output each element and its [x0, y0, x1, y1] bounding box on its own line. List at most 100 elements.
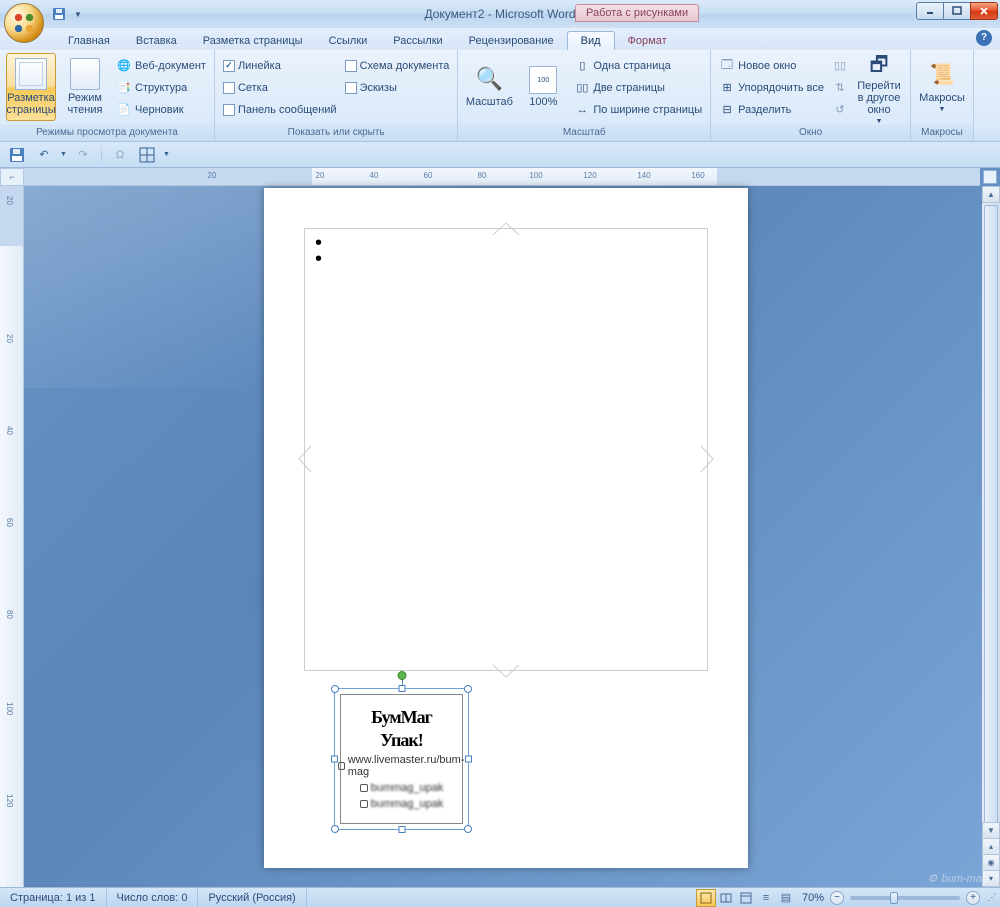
draft-button[interactable]: 📄Черновик [114, 99, 208, 120]
resize-handle-n[interactable] [398, 685, 405, 692]
tab-home[interactable]: Главная [55, 32, 123, 50]
status-bar: Страница: 1 из 1 Число слов: 0 Русский (… [0, 887, 1000, 907]
view-outline-button[interactable]: ≡ [756, 889, 776, 907]
view-reading-button[interactable] [716, 889, 736, 907]
view-draft-button[interactable]: ▤ [776, 889, 796, 907]
resize-handle-sw[interactable] [331, 825, 339, 833]
web-layout-button[interactable]: 🌐Веб-документ [114, 55, 208, 76]
reading-mode-button[interactable]: Режим чтения [60, 53, 110, 121]
window-controls [917, 2, 998, 20]
zoom-value[interactable]: 70% [802, 892, 824, 904]
next-page-button[interactable]: ▾ [982, 870, 1000, 887]
resize-handle-se[interactable] [464, 825, 472, 833]
save-button[interactable] [6, 144, 28, 166]
contextual-tab-title: Работа с рисунками [575, 4, 699, 22]
vertical-scrollbar[interactable]: ▲ ▼ ▴ ◉ ▾ [982, 186, 1000, 887]
page-width-icon: ↔ [574, 102, 590, 118]
titlebar: ▼ Документ2 - Microsoft Word Работа с ри… [0, 0, 1000, 28]
zoom-100-button[interactable]: 100 100% [518, 53, 568, 121]
view-web-button[interactable] [736, 889, 756, 907]
tab-mailings[interactable]: Рассылки [380, 32, 455, 50]
tab-selector[interactable]: ⌐ [0, 168, 24, 186]
tab-insert[interactable]: Вставка [123, 32, 190, 50]
document-map-checkbox[interactable]: Схема документа [343, 55, 452, 76]
ruler-checkbox[interactable]: ✓Линейка [221, 55, 339, 76]
resize-handle-e[interactable] [465, 756, 472, 763]
status-word-count[interactable]: Число слов: 0 [107, 888, 199, 907]
print-layout-button[interactable]: Разметка страницы [6, 53, 56, 121]
zoom-out-button[interactable]: − [830, 891, 844, 905]
document-page[interactable]: •• БумМаг Упак! www.livemaster.ru/bum-ma… [264, 188, 748, 868]
browse-object-button[interactable]: ◉ [982, 854, 1000, 871]
view-print-layout-button[interactable] [696, 889, 716, 907]
group-macros: 📜 Макросы ▼ Макросы [911, 50, 974, 141]
book-icon [70, 58, 100, 90]
one-page-icon: ▯ [574, 58, 590, 74]
thumbnails-checkbox[interactable]: Эскизы [343, 77, 452, 98]
reset-icon: ↺ [832, 102, 848, 118]
split-button[interactable]: ⊟Разделить [717, 99, 826, 120]
crop-mark-top [491, 221, 521, 237]
tab-page-layout[interactable]: Разметка страницы [190, 32, 316, 50]
two-pages-button[interactable]: ▯▯Две страницы [572, 77, 704, 98]
prev-page-button[interactable]: ▴ [982, 838, 1000, 855]
group-label-macros: Макросы [911, 125, 973, 141]
macros-icon: 📜 [928, 62, 956, 90]
omega-button: Ω [109, 144, 131, 166]
selected-image[interactable]: БумМаг Упак! www.livemaster.ru/bum-mag b… [334, 688, 469, 830]
dropdown-icon: ▼ [939, 106, 946, 113]
scroll-down-button[interactable]: ▼ [982, 822, 1000, 839]
help-icon[interactable]: ? [976, 30, 992, 46]
new-window-button[interactable]: 🗔Новое окно [717, 55, 826, 76]
save-icon[interactable] [50, 5, 68, 23]
zoom-in-button[interactable]: + [966, 891, 980, 905]
ruler-toggle-button[interactable] [983, 170, 997, 184]
ribbon-tabs: Главная Вставка Разметка страницы Ссылки… [0, 28, 1000, 50]
resize-handle-ne[interactable] [464, 685, 472, 693]
vertical-ruler[interactable]: 2020406080100120140 [0, 186, 24, 887]
redo-button: ↷ [72, 144, 94, 166]
qat-dropdown-icon[interactable]: ▼ [74, 10, 82, 19]
draft-icon: 📄 [116, 102, 132, 118]
status-page[interactable]: Страница: 1 из 1 [0, 888, 107, 907]
switch-windows-button[interactable]: 🗗 Перейти в другое окно ▼ [854, 53, 904, 121]
zoom-slider-thumb[interactable] [890, 892, 898, 904]
tab-references[interactable]: Ссылки [316, 32, 381, 50]
table-button[interactable] [136, 144, 158, 166]
instagram-icon [360, 800, 368, 808]
outline-icon: 📑 [116, 80, 132, 96]
one-page-button[interactable]: ▯Одна страница [572, 55, 704, 76]
tab-format[interactable]: Формат [615, 32, 680, 50]
page-width-button[interactable]: ↔По ширине страницы [572, 99, 704, 120]
qat-customize-icon[interactable]: ▼ [163, 151, 170, 158]
quick-access-row: ↶ ▼ ↷ Ω ▼ [0, 142, 1000, 168]
zoom-button[interactable]: 🔍 Масштаб [464, 53, 514, 121]
rotation-handle[interactable] [397, 671, 406, 680]
outline-button[interactable]: 📑Структура [114, 77, 208, 98]
scroll-up-button[interactable]: ▲ [982, 186, 1000, 203]
undo-button[interactable]: ↶ [33, 144, 55, 166]
window-title: Документ2 - Microsoft Word [0, 7, 1000, 21]
resize-handle-s[interactable] [398, 826, 405, 833]
zoom-slider[interactable] [850, 896, 960, 900]
status-language[interactable]: Русский (Россия) [198, 888, 306, 907]
message-bar-checkbox[interactable]: Панель сообщений [221, 99, 339, 120]
macros-button[interactable]: 📜 Макросы ▼ [917, 53, 967, 121]
resize-handle-nw[interactable] [331, 685, 339, 693]
close-button[interactable] [970, 2, 998, 20]
group-show-hide: ✓Линейка Сетка Панель сообщений Схема до… [215, 50, 458, 141]
gridlines-checkbox[interactable]: Сетка [221, 77, 339, 98]
split-icon: ⊟ [719, 102, 735, 118]
resize-grip-icon[interactable]: ⋰ [984, 892, 1000, 903]
zoom-100-icon: 100 [529, 66, 557, 94]
horizontal-ruler[interactable]: 2020406080100120140160 [24, 168, 980, 186]
tab-review[interactable]: Рецензирование [456, 32, 567, 50]
scroll-thumb[interactable] [984, 205, 998, 825]
logo-line2: Упак! [380, 731, 422, 750]
undo-dropdown-icon[interactable]: ▼ [60, 151, 67, 158]
minimize-button[interactable] [916, 2, 944, 20]
office-button[interactable] [4, 3, 44, 43]
tab-view[interactable]: Вид [567, 31, 615, 50]
maximize-button[interactable] [943, 2, 971, 20]
arrange-all-button[interactable]: ⊞Упорядочить все [717, 77, 826, 98]
